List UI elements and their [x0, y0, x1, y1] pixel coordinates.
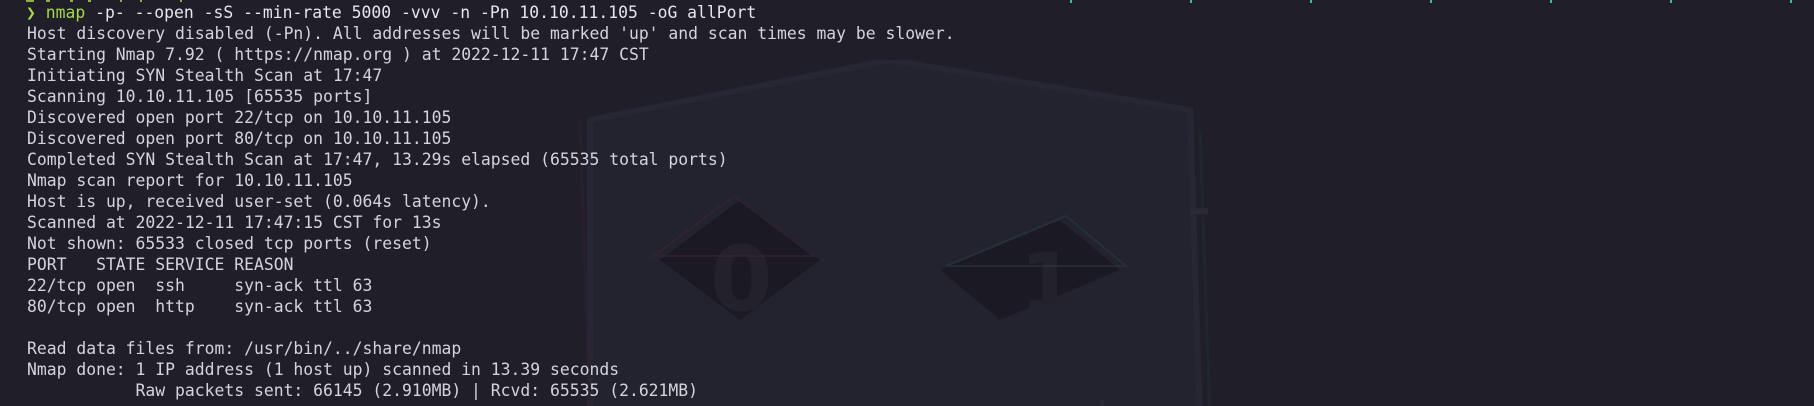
output-line: Raw packets sent: 66145 (2.910MB) | Rcvd…: [27, 381, 699, 400]
prompt-arrow-icon: ❯: [26, 3, 36, 22]
port-table-row: 80/tcp open http syn-ack ttl 63: [27, 297, 373, 316]
command-line[interactable]: ❯ nmap -p- --open -sS --min-rate 5000 -v…: [26, 2, 1814, 23]
port-table-row: 22/tcp open ssh syn-ack ttl 63: [27, 276, 373, 295]
output-line: Not shown: 65533 closed tcp ports (reset…: [27, 234, 432, 253]
command-arguments: -p- --open -sS --min-rate 5000 -vvv -n -…: [85, 3, 757, 22]
terminal-window[interactable]: 0 1 ❯ nmap -p- --open -sS --min-rate 500…: [0, 0, 1814, 406]
output-line: Starting Nmap 7.92 ( https://nmap.org ) …: [27, 45, 649, 64]
port-table-header: PORT STATE SERVICE REASON: [27, 255, 294, 274]
output-line: Nmap scan report for 10.10.11.105: [27, 171, 353, 190]
terminal-output: ❯ nmap -p- --open -sS --min-rate 5000 -v…: [26, 2, 1814, 401]
output-line: Discovered open port 80/tcp on 10.10.11.…: [27, 129, 452, 148]
output-line: Completed SYN Stealth Scan at 17:47, 13.…: [27, 150, 728, 169]
output-line: Initiating SYN Stealth Scan at 17:47: [27, 66, 383, 85]
output-line: Host discovery disabled (-Pn). All addre…: [27, 24, 955, 43]
output-line: Scanned at 2022-12-11 17:47:15 CST for 1…: [27, 213, 442, 232]
output-line: Nmap done: 1 IP address (1 host up) scan…: [27, 360, 620, 379]
output-line: Scanning 10.10.11.105 [65535 ports]: [27, 87, 373, 106]
output-line: Read data files from: /usr/bin/../share/…: [27, 339, 462, 358]
output-line: Discovered open port 22/tcp on 10.10.11.…: [27, 108, 452, 127]
output-line: Host is up, received user-set (0.064s la…: [27, 192, 491, 211]
command-name: nmap: [45, 3, 86, 22]
